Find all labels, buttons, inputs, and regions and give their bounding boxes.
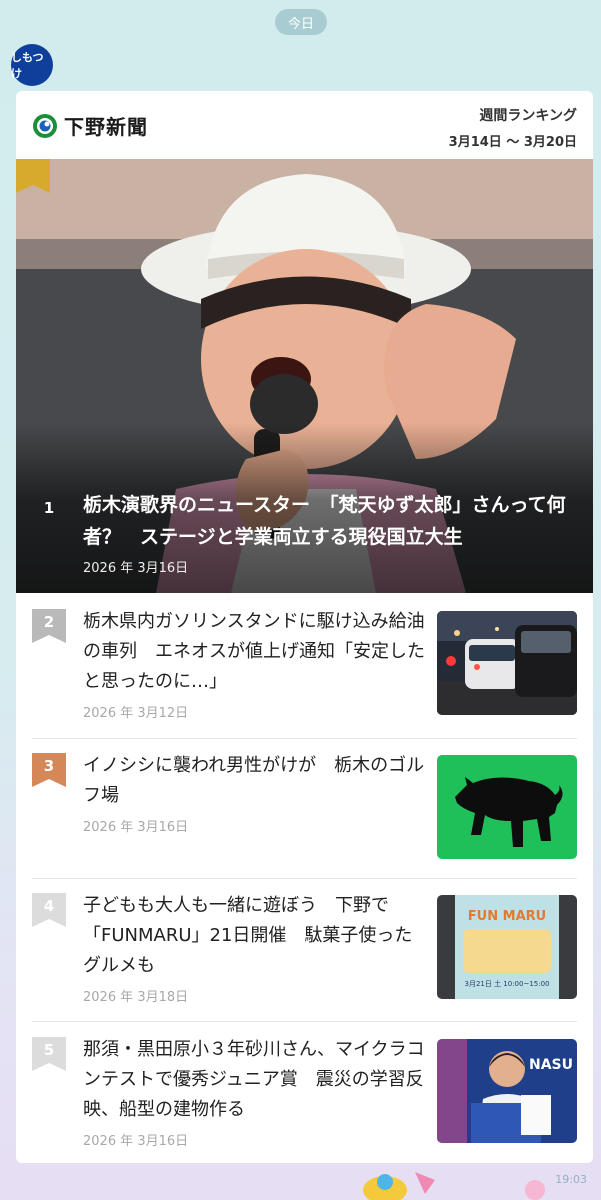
ranking-period: 3月14日 〜 3月20日 <box>448 135 577 150</box>
article-date: 2026 年 3月16日 <box>83 1134 189 1149</box>
sticker-decoration <box>363 1172 545 1200</box>
ranking-card[interactable]: 下野新聞 週間ランキング 3月14日 〜 3月20日 1 栃木演歌界のニュースタ… <box>16 91 593 1163</box>
list-item[interactable]: 5 那須・黒田原小３年砂川さん、マイクラコンテストで優秀ジュニア賞 震災の学習反… <box>32 1035 577 1149</box>
divider <box>32 1021 577 1022</box>
article-thumbnail[interactable] <box>437 755 577 859</box>
article-date: 2026 年 3月12日 <box>83 706 189 721</box>
message-time: 19:03 <box>555 1173 587 1186</box>
featured-title[interactable]: 栃木演歌界のニュースター 「梵天ゆず太郎」さんって何者？ ステージと学業両立する… <box>83 489 578 553</box>
rank-number: 2 <box>43 613 55 631</box>
featured-article[interactable]: 1 栃木演歌界のニュースター 「梵天ゆず太郎」さんって何者？ ステージと学業両立… <box>16 159 593 593</box>
ranking-title: 週間ランキング <box>479 108 577 124</box>
list-item[interactable]: 2 栃木県内ガソリンスタンドに駆け込み給油の車列 エネオスが値上げ通知「安定した… <box>32 607 577 721</box>
poster-illustration <box>463 929 551 973</box>
article-date: 2026 年 3月16日 <box>83 820 189 835</box>
rank-number: 4 <box>43 897 55 915</box>
article-thumbnail[interactable]: NASU <box>437 1039 577 1143</box>
article-thumbnail[interactable]: FUN MARU 3月21日 土 10:00~15:00 <box>437 895 577 999</box>
brand-name: 下野新聞 <box>64 115 148 139</box>
rank-number: 3 <box>43 757 55 775</box>
article-thumbnail[interactable] <box>437 611 577 715</box>
student-photo <box>437 1039 551 1143</box>
boar-icon <box>455 777 563 847</box>
rank-number: 5 <box>43 1041 55 1059</box>
poster-date: 3月21日 土 10:00~15:00 <box>464 980 550 988</box>
rank-badge-icon <box>16 159 50 193</box>
article-title[interactable]: イノシシに襲われ男性がけが 栃木のゴルフ場 <box>83 751 428 811</box>
article-title[interactable]: 那須・黒田原小３年砂川さん、マイクラコンテストで優秀ジュニア賞 震災の学習反映、… <box>83 1035 428 1125</box>
featured-date: 2026 年 3月16日 <box>83 561 189 576</box>
date-pill: 今日 <box>275 9 327 35</box>
ranking-info: 週間ランキング 3月14日 〜 3月20日 <box>449 105 577 150</box>
list-item[interactable]: 4 子どもも大人も一緒に遊ぼう 下野で「FUNMARU」21日開催 駄菓子使った… <box>32 891 577 1005</box>
card-header: 下野新聞 週間ランキング 3月14日 〜 3月20日 <box>16 91 593 159</box>
article-title[interactable]: 栃木県内ガソリンスタンドに駆け込み給油の車列 エネオスが値上げ通知「安定したと思… <box>83 607 428 697</box>
gas-station-photo <box>437 611 577 715</box>
logo-mark-icon <box>33 113 57 138</box>
article-date: 2026 年 3月18日 <box>83 990 189 1005</box>
rank-number: 1 <box>43 499 55 517</box>
sender-avatar[interactable]: しもつけ <box>11 44 53 86</box>
article-title[interactable]: 子どもも大人も一緒に遊ぼう 下野で「FUNMARU」21日開催 駄菓子使ったグル… <box>83 891 428 981</box>
brand-logo: 下野新聞 <box>32 111 148 140</box>
poster-heading: FUN MARU <box>467 909 547 924</box>
divider <box>32 878 577 879</box>
list-item[interactable]: 3 イノシシに襲われ男性がけが 栃木のゴルフ場 2026 年 3月16日 <box>32 751 577 863</box>
funmaru-poster: FUN MARU 3月21日 土 10:00~15:00 <box>455 895 559 999</box>
divider <box>32 738 577 739</box>
